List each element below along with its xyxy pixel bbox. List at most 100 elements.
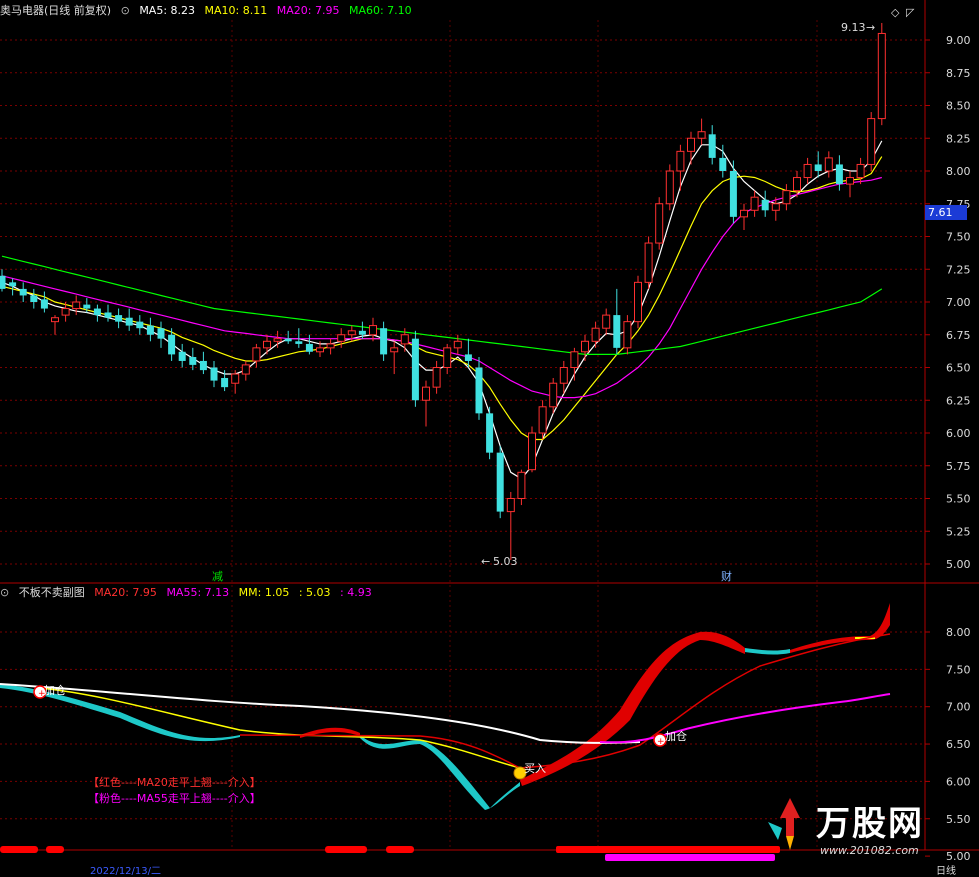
candle — [835, 155, 843, 191]
ma-line-ma5 — [1, 140, 883, 480]
candle-body — [199, 360, 207, 371]
candle-body — [793, 177, 801, 192]
note-red: 【红色----MA20走平上翘----介入】 — [88, 776, 261, 789]
main-tick-label: 8.50 — [946, 100, 971, 113]
candle-body — [443, 347, 452, 369]
current-price-tag: 7.61 — [925, 205, 967, 220]
candle — [496, 446, 504, 519]
candle-body — [305, 343, 313, 352]
candle-body — [83, 304, 91, 309]
candle-body — [803, 163, 812, 179]
stock-chart-window: 9.00 8.75 8.50 8.25 8.00 7.75 7.50 7.25 7.00 6.75… — [0, 0, 979, 877]
candle-body — [411, 338, 419, 401]
candle — [856, 157, 865, 185]
diamond-icon[interactable]: ◇ — [891, 6, 900, 19]
candle — [115, 308, 123, 329]
candle-body — [464, 354, 472, 361]
sub-value-2: : 4.93 — [340, 586, 372, 599]
candle — [305, 334, 313, 355]
expand-corner-icon[interactable]: ◸ — [906, 6, 915, 19]
candle — [380, 321, 388, 361]
candle — [51, 315, 59, 335]
candle-body — [93, 308, 101, 316]
candle-body — [496, 452, 504, 512]
candle-body — [750, 196, 759, 211]
candle — [613, 288, 621, 355]
sub-tick-label: 8.00 — [946, 626, 971, 639]
main-tick-label: 6.25 — [946, 394, 971, 407]
candle — [486, 406, 494, 460]
main-panel[interactable]: 9.008.758.508.258.007.757.507.257.006.75… — [0, 0, 979, 850]
candle-body — [613, 315, 621, 348]
sub-ma20-label: MA20: 7.95 — [94, 586, 157, 599]
candle — [146, 317, 154, 342]
candle — [623, 315, 632, 355]
candle-body — [634, 281, 642, 323]
low-price-label: 5.03 — [493, 555, 518, 568]
reduce-marker[interactable]: 减 — [212, 570, 223, 583]
stock-title[interactable]: 奥马电器(日线 前复权) — [0, 4, 111, 17]
candle — [295, 328, 303, 348]
candle-body — [655, 203, 664, 244]
main-tick-label: 8.75 — [946, 67, 971, 80]
sub-ma55-label: MA55: 7.13 — [166, 586, 230, 599]
candle — [189, 347, 197, 371]
candle-body — [517, 471, 526, 499]
candle-body — [856, 163, 865, 179]
candle-body — [761, 199, 769, 211]
candle-body — [559, 367, 568, 384]
candle — [517, 469, 526, 506]
candle — [782, 184, 791, 211]
candle-body — [136, 321, 144, 329]
yellow-line — [39, 687, 521, 769]
bottom-red-bar-2 — [46, 846, 64, 853]
candle-body — [570, 351, 579, 368]
candle — [750, 190, 759, 217]
bottom-magenta-bar — [605, 854, 775, 861]
main-tick-label: 7.00 — [946, 296, 971, 309]
candle — [199, 351, 207, 375]
collapse-icon[interactable]: ⊙ — [121, 4, 130, 17]
brand-site: www.201082.com — [820, 844, 919, 857]
candle — [570, 347, 579, 381]
sub-collapse-icon[interactable]: ⊙ — [0, 586, 9, 599]
ma20-label: MA20: 7.95 — [276, 4, 340, 17]
candle — [19, 282, 27, 302]
candle — [432, 360, 441, 394]
candle — [665, 164, 674, 211]
candle — [125, 308, 133, 331]
chart-canvas[interactable]: 9.008.758.508.258.007.757.507.257.006.75… — [0, 0, 979, 870]
candle — [708, 125, 716, 165]
candle — [644, 236, 653, 289]
candle — [793, 171, 801, 198]
candle-body — [61, 308, 70, 316]
candle — [411, 330, 419, 407]
brand-name: 万股网 — [816, 804, 924, 844]
candle-body — [358, 330, 366, 335]
candle-body — [676, 150, 685, 172]
candle-body — [528, 432, 536, 471]
candle-body — [263, 340, 271, 349]
candle-body — [157, 328, 165, 339]
candle-body — [221, 377, 229, 388]
finance-marker[interactable]: 财 — [721, 569, 732, 583]
candle — [475, 357, 483, 420]
candle-body — [602, 314, 611, 329]
main-tick-label: 7.25 — [946, 263, 971, 276]
candle — [453, 334, 462, 355]
main-tick-label: 5.00 — [946, 558, 971, 571]
candle-body — [210, 367, 218, 381]
candle — [687, 131, 695, 165]
candle-body — [581, 340, 589, 353]
sub-title[interactable]: 不板不卖副图 — [19, 586, 85, 599]
add-position-marker-left[interactable]: + 加仓 — [33, 683, 66, 699]
candle — [241, 360, 250, 381]
candle-body — [506, 498, 515, 513]
main-tick-label: 9.00 — [946, 34, 971, 47]
bottom-red-bar-4 — [386, 846, 414, 853]
candle — [136, 315, 144, 335]
candle — [390, 341, 399, 375]
candle-body — [591, 327, 600, 342]
sub-tick-label: 6.00 — [946, 775, 971, 788]
candle — [740, 203, 748, 230]
